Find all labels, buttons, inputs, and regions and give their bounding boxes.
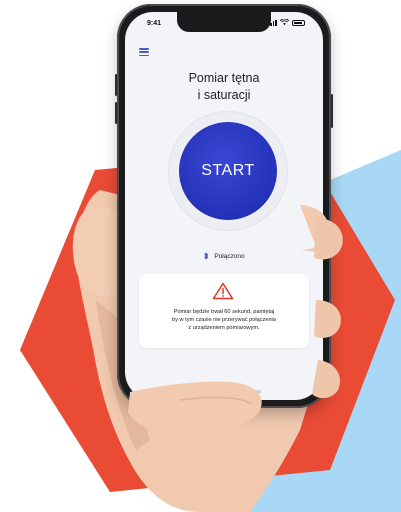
start-button-ring: START <box>169 112 287 230</box>
warning-triangle-icon <box>212 282 234 300</box>
promo-stage: 9:41 Pomiar tętna i saturacji START Połą… <box>0 0 401 512</box>
hamburger-menu-icon[interactable] <box>139 48 149 56</box>
phone-device: 9:41 Pomiar tętna i saturacji START Połą… <box>115 4 333 408</box>
start-button[interactable]: START <box>179 122 277 220</box>
phone-notch <box>177 12 271 32</box>
battery-icon <box>292 19 305 26</box>
warning-message: Pomiar będzie trwał 60 sekund, pamiętaj … <box>172 309 276 331</box>
home-indicator <box>187 390 261 393</box>
power-button <box>331 94 333 128</box>
volume-button <box>115 74 117 96</box>
connection-label: Połączono <box>214 252 245 260</box>
status-icons <box>267 19 305 26</box>
wifi-icon <box>280 19 289 26</box>
page-title: Pomiar tętna i saturacji <box>188 71 260 102</box>
connection-status: Połączono <box>125 252 323 260</box>
app-screen: 9:41 Pomiar tętna i saturacji START Połą… <box>125 12 323 400</box>
bluetooth-icon <box>204 252 209 260</box>
warning-card: Pomiar będzie trwał 60 sekund, pamiętaj … <box>139 274 309 348</box>
status-time: 9:41 <box>147 20 162 27</box>
volume-button <box>115 102 117 124</box>
